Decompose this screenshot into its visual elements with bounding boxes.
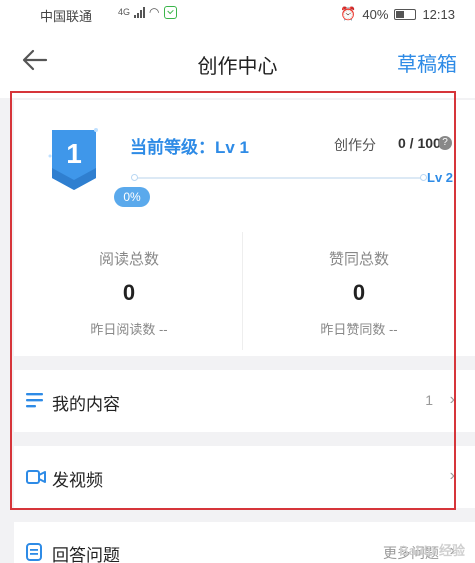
badge-number: 1 (66, 138, 82, 169)
current-level-label: 当前等级：Lv 1 (130, 138, 250, 157)
level-progress-track (131, 174, 427, 181)
level-card: 1 当前等级：Lv 1 创作分 0 / 100 ? Lv 2 0% (14, 100, 475, 224)
watermark: Baidu 经验 (399, 543, 465, 558)
score-value: 0 / 100 (398, 135, 441, 151)
answer-questions-label: 回答问题 (52, 546, 120, 563)
help-icon[interactable]: ? (438, 136, 452, 150)
drafts-button[interactable]: 草稿箱 (397, 48, 457, 77)
progress-percent-badge: 0% (114, 187, 150, 207)
post-video-label: 发视频 (52, 471, 103, 490)
likes-stat[interactable]: 赞同总数 0 昨日赞同数 -- (244, 224, 474, 356)
network-type: 4G (118, 7, 131, 17)
clock: 12:13 (422, 6, 455, 22)
carrier-name: 中国联通 (40, 9, 93, 24)
next-level-label: Lv 2 (427, 170, 454, 185)
my-content-count: 1 (425, 392, 433, 408)
battery-percent: 40% (362, 6, 389, 22)
stats-divider (242, 232, 243, 350)
video-camera-icon (26, 470, 46, 484)
likes-label: 赞同总数 (328, 251, 389, 268)
reads-value: 0 (122, 280, 136, 305)
status-bar: 中国联通 4G ◠ ⏰ 40% 12:13 (0, 0, 475, 26)
chevron-right-icon: › (449, 391, 455, 408)
level-badge-icon: 1 (48, 128, 98, 190)
progress-start-dot (131, 174, 138, 181)
reads-stat[interactable]: 阅读总数 0 昨日阅读数 -- (14, 224, 244, 356)
stats-panel: 阅读总数 0 昨日阅读数 -- 赞同总数 0 昨日赞同数 -- (14, 224, 475, 356)
reads-label: 阅读总数 (98, 251, 159, 268)
nav-bar: 创作中心 草稿箱 (0, 26, 475, 98)
post-video-row[interactable]: 发视频 › (14, 446, 475, 508)
network-indicators: 4G ◠ (118, 5, 177, 19)
wifi-icon: ◠ (149, 5, 160, 19)
likes-value: 0 (352, 280, 366, 305)
reads-yesterday: 昨日阅读数 -- (90, 322, 168, 337)
shield-check-icon (163, 5, 177, 19)
battery-icon (394, 8, 417, 20)
chevron-right-icon: › (449, 467, 455, 484)
my-content-row[interactable]: 我的内容 1 › (14, 370, 475, 432)
list-icon (26, 393, 43, 408)
status-right: ⏰ 40% 12:13 (340, 6, 455, 22)
signal-icon (134, 6, 146, 18)
score-label: 创作分 (334, 137, 376, 153)
likes-yesterday: 昨日赞同数 -- (320, 322, 398, 337)
my-content-label: 我的内容 (52, 395, 120, 414)
document-icon (26, 543, 42, 561)
alarm-icon: ⏰ (340, 6, 357, 21)
progress-end-dot (420, 174, 427, 181)
